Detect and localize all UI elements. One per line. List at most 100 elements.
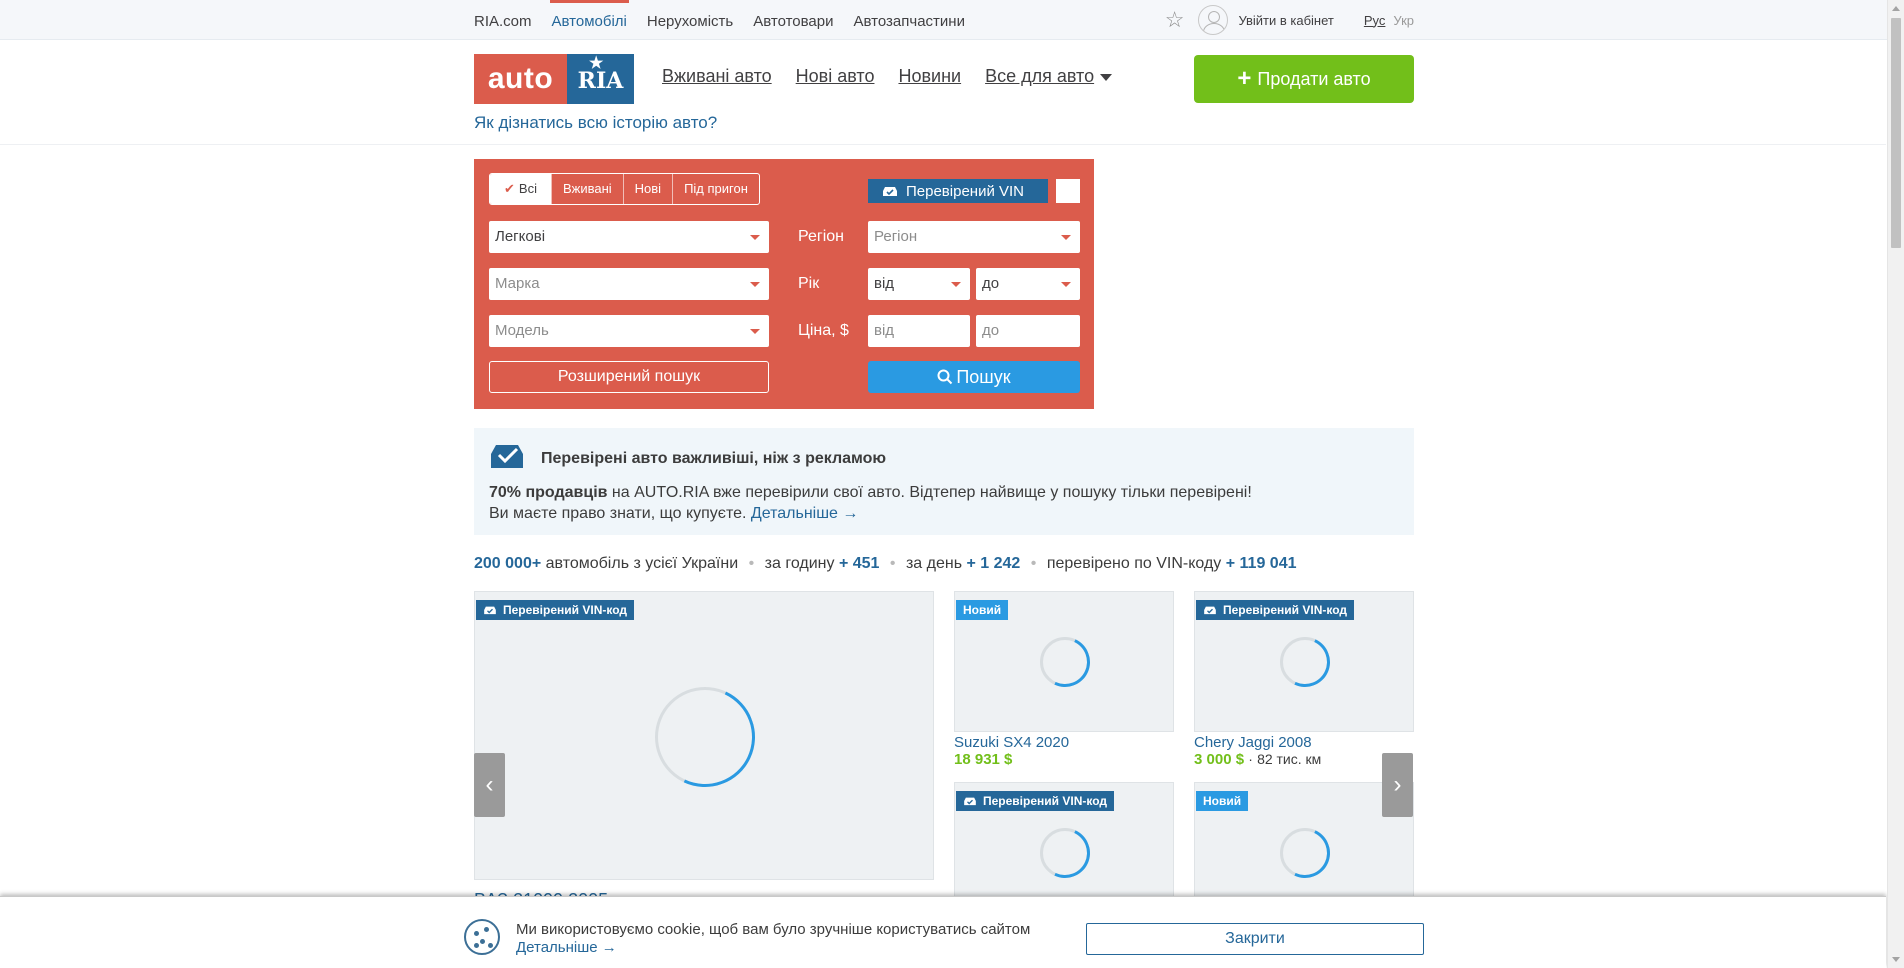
model-select[interactable]: Модель: [489, 315, 769, 347]
cookie-banner: Ми використовуємо cookie, щоб вам було з…: [0, 896, 1886, 968]
car-price: 3 000 $: [1194, 751, 1245, 768]
new-badge: Новий: [1196, 791, 1249, 811]
chevron-down-icon: [1100, 74, 1113, 81]
year-to-value: до: [982, 275, 1000, 292]
dropdown-arrow-icon: [1061, 235, 1071, 240]
logo[interactable]: auto RIA: [474, 36, 634, 104]
sell-car-button[interactable]: + Продати авто: [1194, 55, 1414, 103]
vin-badge-text: Перевірений VIN-код: [1223, 603, 1347, 617]
car-card-image[interactable]: Новий: [954, 591, 1174, 732]
segment-import[interactable]: Під пригон: [672, 174, 759, 204]
dropdown-arrow-icon: [750, 329, 760, 334]
cookie-close-button[interactable]: Закрити: [1086, 923, 1424, 955]
model-select-placeholder: Модель: [495, 322, 549, 339]
price-to-input[interactable]: до: [976, 315, 1080, 347]
car-title[interactable]: Chery Jaggi 2008: [1194, 734, 1312, 751]
history-link[interactable]: Як дізнатись всю історію авто?: [474, 113, 717, 133]
region-select[interactable]: Регіон: [868, 221, 1080, 253]
info-text: 70% продавців на AUTO.RIA вже перевірили…: [489, 482, 1399, 524]
nav-more[interactable]: Все для авто: [985, 66, 1113, 87]
car-check-icon: [1204, 606, 1216, 615]
toplink-realty[interactable]: Нерухомість: [647, 0, 733, 40]
dropdown-arrow-icon: [951, 282, 961, 287]
vin-checkbox[interactable]: [1056, 179, 1080, 203]
search-button[interactable]: Пошук: [868, 361, 1080, 393]
info-more-link[interactable]: Детальніше →: [751, 505, 859, 522]
separator-dot: •: [1030, 555, 1037, 572]
info-line1: на AUTO.RIA вже перевірили свої авто. Ві…: [607, 484, 1252, 501]
verified-car-icon: [491, 445, 523, 468]
segment-control: ✔ Всі Вживані Нові Під пригон: [489, 173, 760, 205]
stats-vin[interactable]: + 119 041: [1226, 555, 1297, 572]
header: auto RIA Вживані авто Нові авто Новини В…: [0, 36, 1886, 145]
stats-vin-label: перевірено по VIN-коду: [1046, 555, 1222, 572]
toplink-ria[interactable]: RIA.com: [474, 0, 532, 40]
toplink-cars[interactable]: Автомобілі: [549, 0, 630, 40]
vin-badge-text: Перевірений VIN-код: [983, 794, 1107, 808]
cookie-icon: [464, 919, 500, 955]
scroll-up-arrow-icon[interactable]: [1892, 6, 1900, 11]
nav-all-for-car[interactable]: Все для авто: [985, 66, 1094, 87]
lang-ru[interactable]: Рус: [1364, 13, 1386, 28]
dropdown-arrow-icon: [750, 282, 760, 287]
new-badge: Новий: [956, 600, 1009, 620]
price-from-input[interactable]: від: [868, 315, 970, 347]
toplink-autogoods[interactable]: Автотовари: [753, 0, 833, 40]
stats-day-label: за день: [905, 555, 963, 572]
search-icon: [937, 369, 953, 385]
vin-badge: Перевірений VIN-код: [956, 791, 1114, 811]
year-to-select[interactable]: до: [976, 268, 1080, 300]
segment-new[interactable]: Нові: [622, 174, 672, 204]
extended-search-button[interactable]: Розширений пошук: [489, 361, 769, 393]
info-line2: Ви маєте право знати, що купуєте.: [489, 505, 747, 522]
lang-uk[interactable]: Укр: [1393, 13, 1414, 28]
stats-hour-label: за годину: [764, 555, 835, 572]
vin-badge-text: Перевірений VIN-код: [503, 603, 627, 617]
year-from-value: від: [874, 275, 895, 292]
scroll-down-arrow-icon[interactable]: [1892, 957, 1900, 962]
dropdown-arrow-icon: [1061, 282, 1071, 287]
car-card-image[interactable]: Перевірений VIN-код: [1194, 591, 1414, 732]
car-price: 18 931 $: [954, 751, 1013, 768]
year-from-select[interactable]: від: [868, 268, 970, 300]
price-to-placeholder: до: [982, 322, 1000, 339]
user-avatar-icon[interactable]: [1198, 5, 1229, 35]
car-title[interactable]: Suzuki SX4 2020: [954, 734, 1069, 751]
carousel-next-button[interactable]: ›: [1382, 753, 1413, 817]
stats-hour[interactable]: + 451: [839, 555, 879, 572]
type-select[interactable]: Легкові: [489, 221, 769, 253]
region-select-placeholder: Регіон: [874, 228, 918, 245]
brand-select[interactable]: Марка: [489, 268, 769, 300]
type-select-value: Легкові: [495, 228, 546, 245]
toplink-autoparts[interactable]: Автозапчастини: [854, 0, 965, 40]
segment-all[interactable]: ✔ Всі: [490, 174, 551, 204]
top-bar: RIA.com Автомобілі Нерухомість Автотовар…: [0, 0, 1904, 40]
carousel-prev-button[interactable]: ‹: [474, 753, 505, 817]
segment-used[interactable]: Вживані: [550, 174, 623, 204]
main-nav: Вживані авто Нові авто Новини Все для ав…: [662, 66, 1113, 87]
login-link[interactable]: Увійти в кабінет: [1238, 13, 1333, 28]
vin-badge: Перевірений VIN-код: [1196, 600, 1354, 620]
stats-day[interactable]: + 1 242: [966, 555, 1020, 572]
scrollbar[interactable]: [1887, 0, 1904, 968]
scroll-thumb[interactable]: [1891, 18, 1901, 248]
favorites-star-icon[interactable]: ☆: [1165, 7, 1185, 33]
car-price-row: 3 000 $ · 82 тис. км: [1194, 751, 1321, 768]
vin-filter-label[interactable]: Перевірений VIN: [868, 179, 1048, 203]
brand-select-placeholder: Марка: [495, 275, 540, 292]
dropdown-arrow-icon: [750, 235, 760, 240]
separator-dot: •: [748, 555, 755, 572]
car-check-icon: [484, 606, 496, 615]
stats-total: 200 000+: [474, 555, 542, 572]
cookie-more-link[interactable]: Детальніше →: [516, 939, 617, 956]
separator-dot: •: [889, 555, 896, 572]
cookie-text: Ми використовуємо cookie, щоб вам було з…: [516, 921, 1031, 938]
nav-news[interactable]: Новини: [898, 66, 961, 87]
sell-car-label: Продати авто: [1257, 68, 1371, 89]
featured-car-image[interactable]: Перевірений VIN-код: [474, 591, 934, 880]
info-title: Перевірені авто важливіші, ніж з рекламо…: [541, 450, 887, 467]
nav-new[interactable]: Нові авто: [796, 66, 875, 87]
nav-used[interactable]: Вживані авто: [662, 66, 772, 87]
price-from-placeholder: від: [874, 322, 895, 339]
loading-spinner-icon: [1280, 828, 1330, 878]
